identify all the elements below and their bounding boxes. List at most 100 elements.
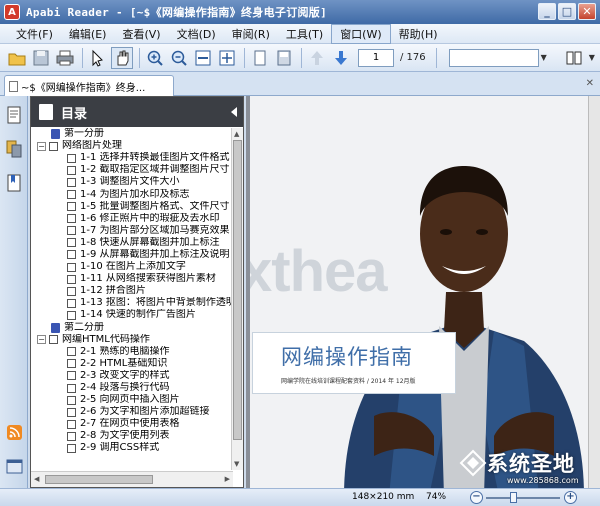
menu-edit[interactable]: 编辑(E) (61, 25, 115, 43)
single-page-icon[interactable] (249, 47, 271, 69)
scroll-up-icon[interactable]: ▲ (234, 130, 239, 138)
document-tab[interactable]: ~$《网编操作指南》终身... (4, 75, 174, 96)
toc-item-label: 2-4 段落与换行代码 (80, 382, 170, 394)
toc-item[interactable]: 1-12 拼合图片 (31, 285, 233, 297)
watermark-url: www.285868.com (507, 476, 579, 485)
toc-item[interactable]: 1-7 为图片部分区域加马赛克效果 (31, 225, 233, 237)
toolbar-separator (82, 47, 83, 68)
toc-item[interactable]: 2-1 熟练的电脑操作 (31, 346, 233, 358)
zoom-in-button[interactable]: + (564, 491, 577, 504)
search-dropdown-icon[interactable]: ▼ (541, 53, 547, 62)
toolbar-separator (435, 47, 437, 68)
toc-item[interactable]: 1-10 在图片上添加文字 (31, 261, 233, 273)
toc-item[interactable]: 2-4 段落与换行代码 (31, 382, 233, 394)
open-folder-icon[interactable] (6, 47, 28, 69)
toc-item[interactable]: 2-8 为文字使用列表 (31, 430, 233, 442)
tab-close-icon[interactable]: ✕ (586, 78, 594, 89)
hand-tool-icon[interactable] (111, 46, 133, 69)
toc-item[interactable]: 1-5 批量调整图片格式、文件尺寸 (31, 201, 233, 213)
pages-panel-icon[interactable] (6, 140, 23, 158)
toc-item-label: 网编HTML代码操作 (62, 333, 150, 345)
print-icon[interactable] (54, 47, 76, 69)
next-page-icon[interactable] (330, 47, 352, 69)
document-tab-title: ~$《网编操作指南》终身... (21, 82, 146, 94)
zoom-out-icon[interactable] (168, 47, 190, 69)
document-view[interactable]: xthea 网编操作指南 网编学院在线培训课程配套资料 / 2014 年 12月… (246, 96, 600, 488)
maximize-button[interactable]: □ (558, 3, 576, 20)
minimize-button[interactable]: _ (538, 3, 556, 20)
toc-item[interactable]: 1-3 调整图片文件大小 (31, 176, 233, 188)
toc-header: 目录 (31, 97, 243, 127)
expand-toggle-icon[interactable]: − (37, 141, 46, 151)
menu-tools[interactable]: 工具(T) (278, 25, 331, 43)
search-input[interactable] (448, 48, 539, 67)
document-vertical-scrollbar[interactable] (588, 96, 600, 488)
collapse-panel-icon[interactable] (231, 107, 237, 117)
cover-subtitle: 网编学院在线培训课程配套资料 / 2014 年 12月版 (281, 378, 416, 385)
toc-item[interactable]: − 网编HTML代码操作 (31, 334, 233, 346)
select-cursor-icon[interactable] (87, 47, 109, 69)
zoom-percent-label: 74% (426, 492, 447, 502)
menu-help[interactable]: 帮助(H) (391, 25, 446, 43)
toc-item[interactable]: 1-8 快速从屏幕截图并加上标注 (31, 237, 233, 249)
menu-view[interactable]: 查看(V) (114, 25, 168, 43)
zoom-in-icon[interactable] (144, 47, 166, 69)
status-bar: 148×210 mm 74% − + (0, 488, 600, 506)
menu-file[interactable]: 文件(F) (8, 25, 61, 43)
toc-item-label: 2-8 为文字使用列表 (80, 430, 170, 442)
scroll-left-icon[interactable]: ◀ (34, 475, 39, 483)
toc-item[interactable]: 2-6 为文字和图片添加超链接 (31, 406, 233, 418)
toc-item[interactable]: 2-3 改变文字的样式 (31, 370, 233, 382)
toc-vscroll-thumb[interactable] (233, 140, 242, 440)
toc-item[interactable]: − 网络图片处理 (31, 140, 233, 152)
menu-window[interactable]: 窗口(W) (331, 23, 391, 44)
toc-item[interactable]: 1-9 从屏幕截图并加上标注及说明 (31, 249, 233, 261)
thumbnail-view-icon[interactable] (6, 458, 23, 476)
toc-item[interactable]: 第二分册 (31, 322, 233, 334)
section-page-icon (67, 407, 76, 417)
toc-item[interactable]: 1-2 截取指定区域并调整图片尺寸 (31, 164, 233, 176)
bookmarks-panel-icon[interactable] (6, 174, 23, 192)
fit-page-icon[interactable] (216, 47, 238, 69)
toc-item[interactable]: 1-14 快速的制作广告图片 (31, 309, 233, 321)
toc-item[interactable]: 2-9 调用CSS样式 (31, 442, 233, 454)
toc-item[interactable]: 1-1 选择并转换最佳图片文件格式 (31, 152, 233, 164)
section-page-icon (67, 214, 76, 224)
toc-item[interactable]: 1-4 为图片加水印及标志 (31, 188, 233, 200)
toc-item-label: 1-4 为图片加水印及标志 (80, 188, 190, 200)
rss-feed-icon[interactable] (6, 424, 23, 442)
toc-item[interactable]: 1-6 修正照片中的瑕疵及去水印 (31, 213, 233, 225)
save-icon[interactable] (30, 47, 52, 69)
scroll-down-icon[interactable]: ▼ (234, 460, 239, 468)
navigation-strip (0, 96, 28, 488)
toc-item[interactable]: 2-7 在网页中使用表格 (31, 418, 233, 430)
zoom-slider[interactable] (486, 497, 560, 499)
toc-vertical-scrollbar[interactable]: ▲ ▼ (231, 128, 243, 470)
save-page-icon[interactable] (273, 47, 295, 69)
scroll-right-icon[interactable]: ▶ (225, 475, 230, 483)
toc-panel-icon[interactable] (6, 106, 23, 124)
close-button[interactable]: ✕ (578, 3, 596, 20)
toc-hscroll-thumb[interactable] (45, 475, 153, 484)
fit-width-icon[interactable] (192, 47, 214, 69)
toc-item[interactable]: 1-11 从网络搜索获得图片素材 (31, 273, 233, 285)
expand-toggle-icon[interactable]: − (37, 335, 46, 345)
toc-horizontal-scrollbar[interactable]: ◀ ▶ (31, 471, 233, 487)
page-number-input[interactable]: 1 (358, 48, 394, 67)
toolbar: 1 / 176 ▼ ▼ (0, 44, 600, 72)
section-page-icon (67, 190, 76, 200)
toc-item[interactable]: 2-2 HTML基础知识 (31, 358, 233, 370)
toc-item[interactable]: 2-5 向网页中插入图片 (31, 394, 233, 406)
toc-item-label: 1-3 调整图片文件大小 (80, 176, 180, 188)
menu-document[interactable]: 文档(D) (169, 25, 224, 43)
zoom-out-button[interactable]: − (470, 491, 483, 504)
zoom-slider-thumb[interactable] (510, 492, 517, 503)
section-page-icon (67, 177, 76, 187)
toc-item-label: 1-8 快速从屏幕截图并加上标注 (80, 236, 220, 248)
bookmark-view-icon[interactable] (563, 47, 585, 69)
menu-review[interactable]: 审阅(R) (224, 25, 278, 43)
prev-page-icon[interactable] (306, 47, 328, 69)
toc-item[interactable]: 第一分册 (31, 128, 233, 140)
toc-item[interactable]: 1-13 抠图：将图片中背景制作透明 (31, 297, 233, 309)
view-dropdown-icon[interactable]: ▼ (589, 53, 595, 62)
